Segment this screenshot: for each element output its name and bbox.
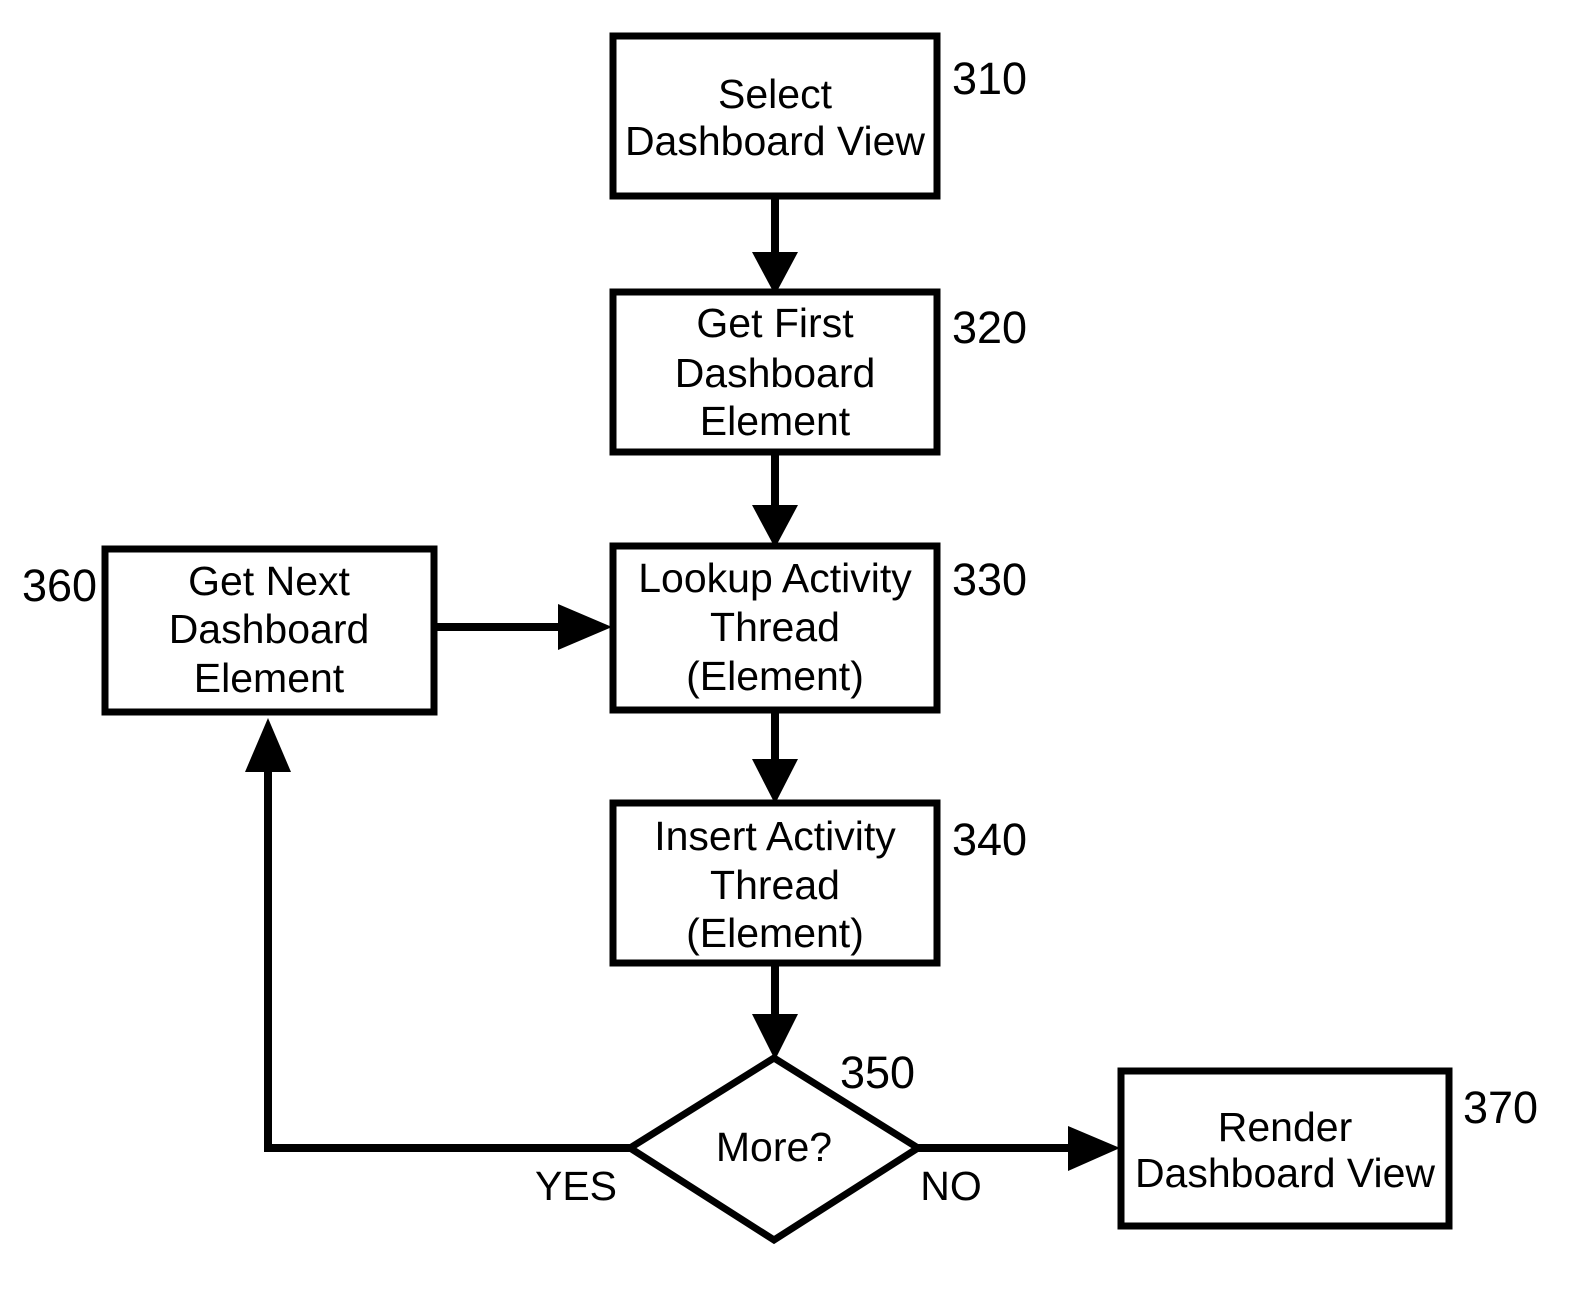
ref-number-310: 310 — [952, 53, 1027, 104]
edge-select-to-get-first — [752, 196, 798, 295]
node-310-line-1: Dashboard View — [625, 118, 925, 164]
ref-number-330: 330 — [952, 554, 1027, 605]
arrowhead-right-icon — [558, 604, 612, 650]
node-select-dashboard-view[interactable]: Select Dashboard View — [609, 32, 941, 200]
node-get-first-dashboard-element[interactable]: Get First Dashboard Element — [609, 288, 941, 456]
node-310-line-0: Select — [718, 71, 833, 117]
ref-number-340: 340 — [952, 814, 1027, 865]
node-370-line-1: Dashboard View — [1135, 1150, 1435, 1196]
arrowhead-right-icon — [1068, 1126, 1120, 1171]
arrowhead-down-icon — [752, 759, 798, 804]
branch-label-yes: YES — [535, 1163, 617, 1209]
node-330-line-1: Thread — [710, 604, 840, 650]
node-360-line-1: Dashboard — [169, 606, 370, 652]
arrowhead-down-icon — [752, 505, 798, 548]
arrowhead-up-icon — [245, 718, 291, 772]
ref-number-350: 350 — [840, 1047, 915, 1098]
ref-number-360: 360 — [22, 560, 97, 611]
node-320-line-0: Get First — [696, 300, 854, 346]
edge-get-next-to-lookup — [434, 604, 612, 650]
ref-number-320: 320 — [952, 302, 1027, 353]
node-320-line-1: Dashboard — [675, 350, 876, 396]
node-370-line-0: Render — [1218, 1104, 1352, 1150]
branch-label-no: NO — [920, 1163, 982, 1209]
node-340-line-2: (Element) — [686, 910, 864, 956]
node-get-next-dashboard-element[interactable]: Get Next Dashboard Element — [101, 545, 438, 716]
node-lookup-activity-thread[interactable]: Lookup Activity Thread (Element) — [609, 542, 941, 714]
ref-number-370: 370 — [1463, 1082, 1538, 1133]
node-320-line-2: Element — [700, 398, 851, 444]
node-render-dashboard-view[interactable]: Render Dashboard View — [1117, 1067, 1453, 1230]
node-360-line-2: Element — [194, 655, 345, 701]
node-330-line-2: (Element) — [686, 653, 864, 699]
node-350-line-0: More? — [716, 1124, 832, 1170]
node-330-line-0: Lookup Activity — [638, 555, 912, 601]
flowchart-diagram: Select Dashboard View 310 Get First Dash… — [0, 0, 1570, 1311]
node-340-line-1: Thread — [710, 862, 840, 908]
edge-get-first-to-lookup — [752, 452, 798, 548]
flowchart-canvas: Select Dashboard View 310 Get First Dash… — [22, 32, 1538, 1245]
node-360-line-0: Get Next — [188, 558, 350, 604]
edge-more-yes-to-get-next — [245, 718, 630, 1152]
edge-insert-to-more-decision — [752, 963, 798, 1060]
edge-lookup-to-insert — [752, 710, 798, 804]
arrowhead-down-icon — [752, 1014, 798, 1060]
node-insert-activity-thread[interactable]: Insert Activity Thread (Element) — [609, 799, 941, 967]
node-340-line-0: Insert Activity — [654, 813, 896, 859]
